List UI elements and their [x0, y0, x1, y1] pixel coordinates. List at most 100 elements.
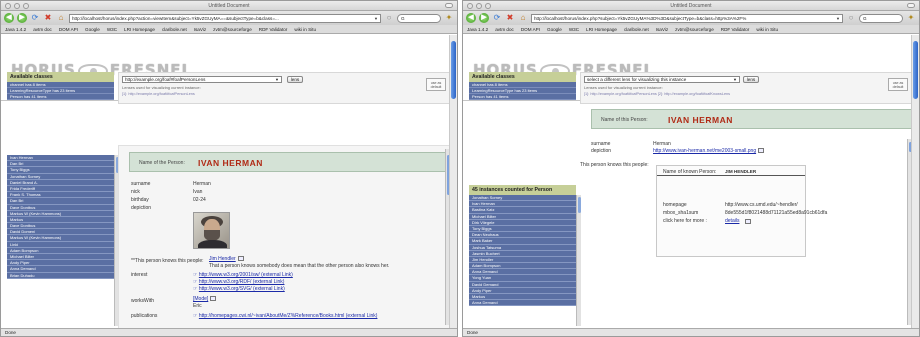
extension-icon[interactable]: ✦	[444, 13, 454, 23]
reload-icon[interactable]: ⟳	[492, 13, 502, 23]
bookmark-item[interactable]: claribole.net	[162, 27, 187, 32]
bookmark-item[interactable]: Google	[85, 27, 100, 32]
scrollbar-thumb[interactable]	[913, 41, 918, 99]
bookmark-item[interactable]: Java 1.4.2	[5, 27, 26, 32]
reload-icon[interactable]: ⟳	[30, 13, 40, 23]
bookmark-item[interactable]: claribole.net	[624, 27, 649, 32]
lens-link[interactable]: [1]: http://example.org/foaf#foafPersonL…	[584, 92, 730, 96]
property-key: surname	[591, 141, 611, 147]
address-dropdown-icon[interactable]: ▼	[372, 16, 378, 21]
knows-link[interactable]: Jim Hendler	[209, 256, 236, 262]
known-name: JIM HENDLER	[725, 169, 757, 174]
instances-title: 45 instances counted for Person	[469, 185, 576, 195]
person-name: IVAN HERMAN	[198, 158, 263, 168]
class-item[interactable]: Person has 41 items	[7, 94, 114, 100]
toolbar-toggle-button[interactable]	[907, 3, 915, 8]
use-as-default-button[interactable]: use as default	[888, 78, 908, 91]
lens-select[interactable]: http://example.org/foaf#foafPersonLens ▼	[122, 76, 282, 83]
bookmark-item[interactable]: LRI Homepage	[124, 27, 155, 32]
address-bar[interactable]: http://localhost/horus/index.php?subject…	[531, 13, 843, 23]
class-item[interactable]: Person has 41 items	[469, 94, 576, 100]
status-bar: Done	[1, 328, 457, 336]
property-value: Herman	[193, 181, 211, 187]
bookmark-item[interactable]: W3C	[107, 27, 117, 32]
bookmark-item[interactable]: wiki in Situ	[756, 27, 778, 32]
lens-button[interactable]: lens	[743, 76, 759, 83]
go-icon[interactable]: ○	[846, 13, 856, 23]
home-icon[interactable]: ⌂	[56, 13, 66, 23]
search-input[interactable]: G	[859, 13, 903, 23]
address-dropdown-icon[interactable]: ▼	[834, 16, 840, 21]
view-icon[interactable]	[237, 256, 244, 262]
bookmark-item[interactable]: LRI Homepage	[586, 27, 617, 32]
bookmark-item[interactable]: avtm doc	[495, 27, 514, 32]
page-scrollbar[interactable]	[911, 35, 919, 328]
back-arrow-icon[interactable]: ◀	[4, 13, 14, 23]
lens-select[interactable]: select a different lens for visualizing …	[584, 76, 740, 83]
page-scrollbar[interactable]	[449, 35, 457, 328]
bookmark-item[interactable]: Java 1.4.2	[467, 27, 488, 32]
instance-item[interactable]: Brian Duhadu	[7, 272, 114, 279]
bookmark-item[interactable]: IsaViz	[656, 27, 668, 32]
known-name-label: Name of known Person:	[663, 169, 717, 175]
page-content: HORUSFRESNEL view knowledge base [as N3]…	[463, 35, 911, 328]
forward-arrow-icon[interactable]: ▶	[17, 13, 27, 23]
bookmark-item[interactable]: zvtm@sourceforge	[213, 27, 252, 32]
instance-list-scrollbar[interactable]	[576, 195, 581, 326]
bookmark-item[interactable]: RDF Validator	[721, 27, 750, 32]
property-key: nick	[131, 189, 140, 195]
known-key: mbox_sha1sum	[663, 210, 699, 216]
forward-arrow-icon[interactable]: ▶	[479, 13, 489, 23]
bookmark-item[interactable]: W3C	[569, 27, 579, 32]
interest-row: ☞ http://www.w3.org/SVG/ (external Link)	[193, 286, 285, 292]
interest-link[interactable]: http://www.w3.org/RDF/ (external Link)	[199, 279, 285, 285]
person-photo	[193, 212, 230, 249]
bookmark-item[interactable]: DOM API	[59, 27, 78, 32]
knows-note: That a person knows somebody does mean t…	[209, 263, 390, 269]
interest-link[interactable]: http://www.w3.org/SVG/ (external Link)	[199, 286, 285, 292]
bookmark-item[interactable]: zvtm@sourceforge	[675, 27, 714, 32]
stop-icon[interactable]: ✖	[505, 13, 515, 23]
lens-button[interactable]: lens	[287, 76, 303, 83]
chevron-down-icon: ▼	[275, 77, 279, 82]
page-content: HORUSFRESNEL view knowledge base [as N3]…	[1, 35, 449, 328]
lens-panel: select a different lens for visualizing …	[580, 72, 911, 104]
property-value: Ivan	[193, 189, 203, 195]
bookmark-item[interactable]: IsaViz	[194, 27, 206, 32]
available-classes-title: Available classes	[7, 72, 114, 82]
browser-window-left: Untitled Document ◀ ▶ ⟳ ✖ ⌂ http://local…	[0, 0, 458, 337]
view-icon[interactable]	[210, 296, 217, 302]
publications-link[interactable]: http://homepages.cwi.nl/~ivan/AboutMe/Z%…	[199, 313, 378, 319]
stop-icon[interactable]: ✖	[43, 13, 53, 23]
use-as-default-button[interactable]: use as default	[426, 78, 446, 91]
home-icon[interactable]: ⌂	[518, 13, 528, 23]
interest-label: interest	[131, 272, 148, 278]
go-icon[interactable]: ○	[384, 13, 394, 23]
interest-row: ☞ http://www.w3.org/2001/sw/ (external L…	[193, 272, 293, 278]
works-with-link[interactable]: [Mode]	[193, 296, 208, 302]
view-icon[interactable]	[745, 219, 751, 224]
instance-item[interactable]: Anna Demand	[469, 300, 576, 307]
extension-icon[interactable]: ✦	[906, 13, 916, 23]
browser-toolbar: ◀ ▶ ⟳ ✖ ⌂ http://localhost/horus/index.p…	[463, 11, 919, 25]
search-input[interactable]: G	[397, 13, 441, 23]
address-bar[interactable]: http://localhost/horus/index.php?action=…	[69, 13, 381, 23]
view-icon[interactable]	[758, 148, 765, 154]
lens-note: Lenses used for visualizing current inst…	[584, 85, 663, 90]
scrollbar-thumb[interactable]	[451, 41, 456, 99]
bookmark-item[interactable]: RDF Validator	[259, 27, 288, 32]
bookmark-item[interactable]: wiki in Situ	[294, 27, 316, 32]
lens-note: Lenses used for visualizing current inst…	[122, 85, 201, 90]
lens-link[interactable]: [1]: http://example.org/foaf#foafPersonL…	[122, 92, 195, 96]
status-bar: Done	[463, 328, 919, 336]
details-link[interactable]: details	[725, 218, 739, 224]
depiction-link[interactable]: http://www.ivan-herman.net/me2003-small.…	[653, 148, 756, 154]
bookmark-item[interactable]: DOM API	[521, 27, 540, 32]
back-arrow-icon[interactable]: ◀	[466, 13, 476, 23]
toolbar-toggle-button[interactable]	[445, 3, 453, 8]
bookmark-item[interactable]: Google	[547, 27, 562, 32]
interest-link[interactable]: http://www.w3.org/2001/sw/ (external Lin…	[199, 272, 293, 278]
knows-label: This person knows this people:	[580, 162, 649, 168]
bookmark-item[interactable]: avtm doc	[33, 27, 52, 32]
works-with-sub: Eric	[193, 303, 202, 309]
